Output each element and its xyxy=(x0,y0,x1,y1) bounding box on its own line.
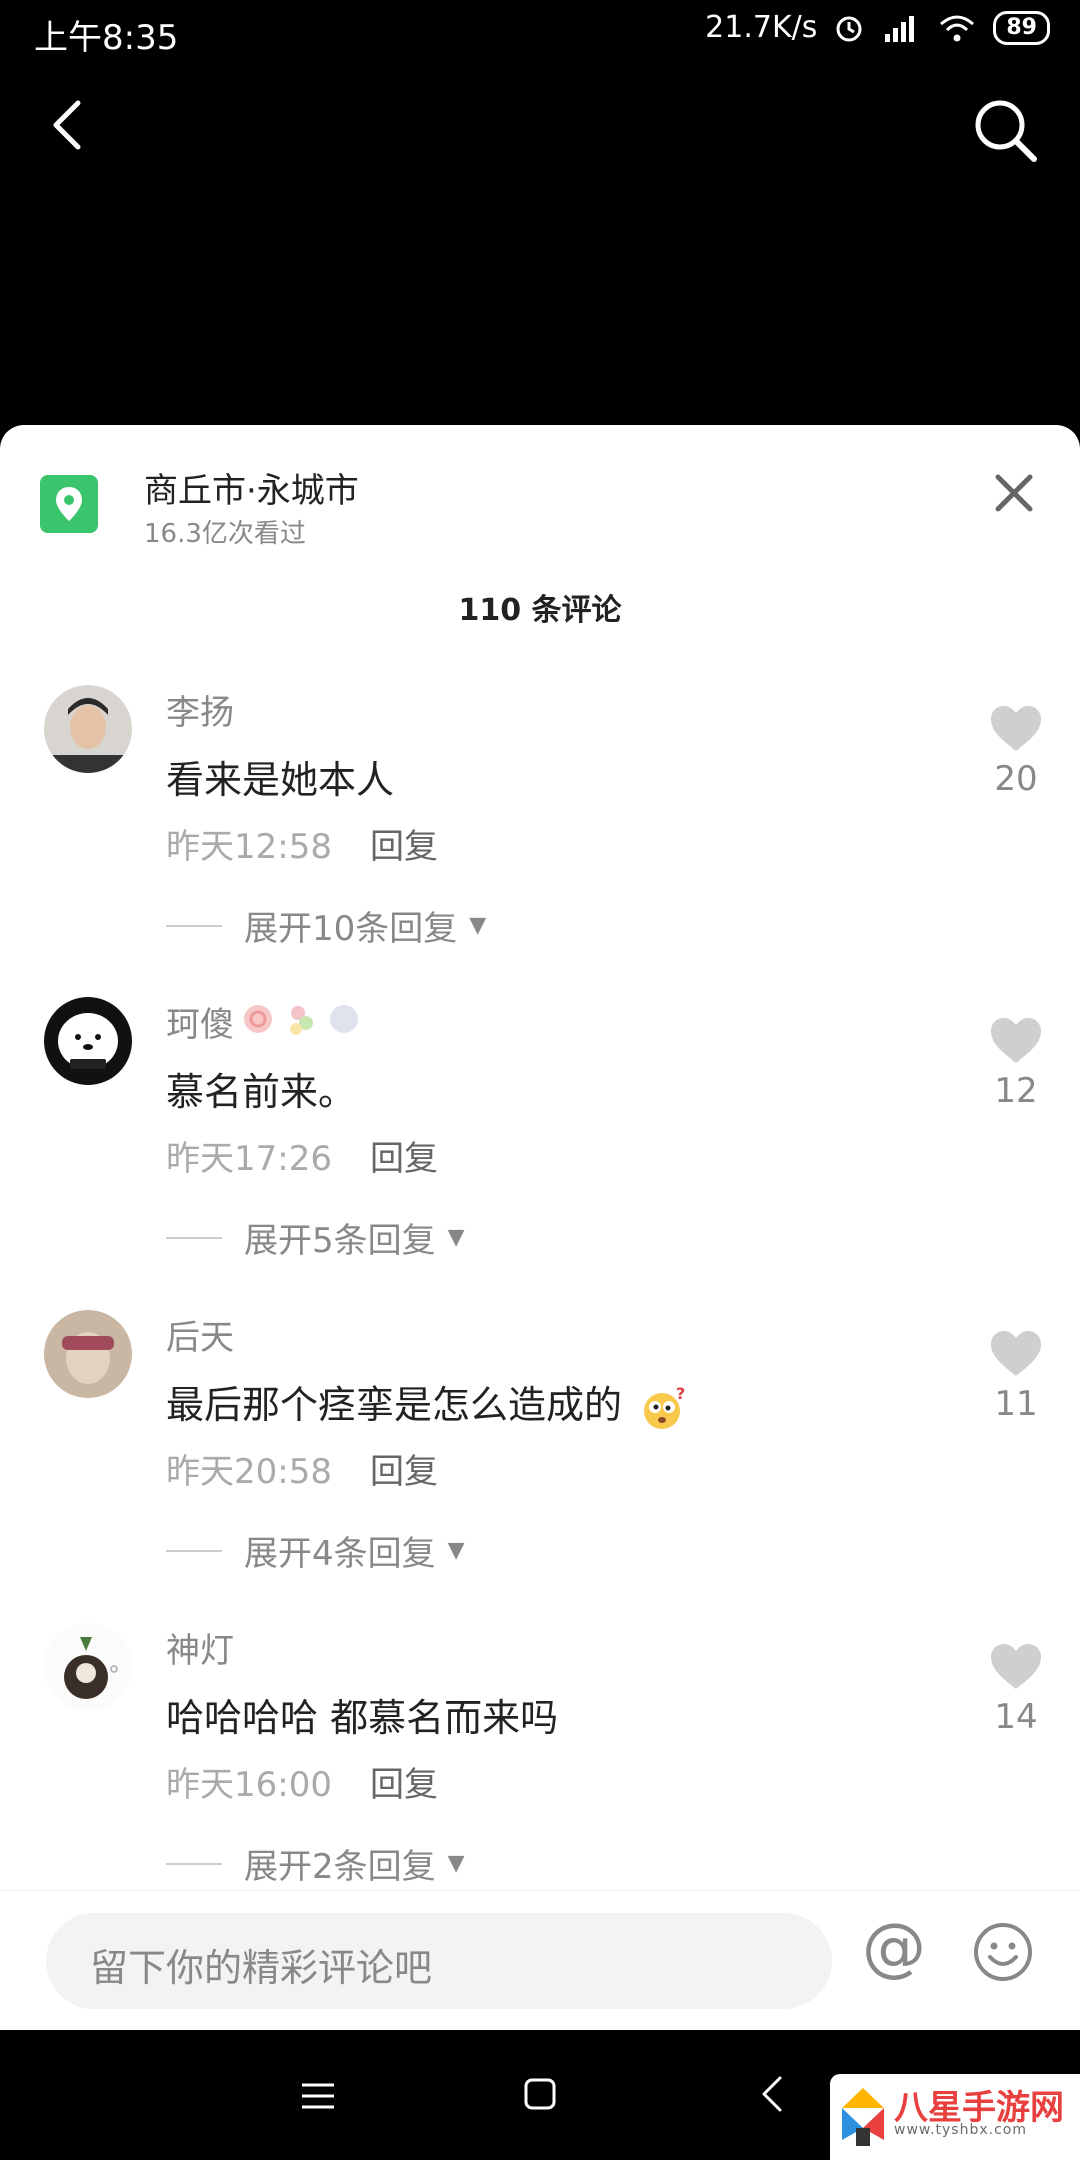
divider xyxy=(166,1236,222,1239)
sticker-emoji-icon xyxy=(244,1005,358,1035)
comment-author[interactable]: 李扬 xyxy=(166,685,234,734)
network-speed: 21.7K/s xyxy=(705,10,818,45)
location-title[interactable]: 商丘市·永城市 xyxy=(144,463,359,512)
watermark: 八星手游网 www.tyshbx.com xyxy=(830,2074,1080,2160)
like-count: 14 xyxy=(994,1697,1038,1737)
comment-input-bar: 留下你的精彩评论吧 @ xyxy=(0,1890,1080,2031)
home-icon[interactable] xyxy=(524,2078,556,2110)
heart-icon xyxy=(991,706,1041,751)
like-button[interactable]: 11 xyxy=(986,1330,1046,1424)
avatar[interactable] xyxy=(44,1623,132,1711)
like-button[interactable]: 12 xyxy=(986,1017,1046,1111)
expand-replies[interactable]: 展开10条回复 ▼ xyxy=(166,901,486,950)
like-count: 12 xyxy=(994,1071,1038,1111)
comment-text-body: 最后那个痉挛是怎么造成的 xyxy=(166,1383,623,1427)
battery-indicator: 89 xyxy=(993,10,1050,45)
expand-replies-label: 展开4条回复 xyxy=(244,1534,436,1574)
nav-back-icon[interactable] xyxy=(758,2074,786,2114)
confused-emoji-icon: ? xyxy=(644,1384,685,1429)
expand-replies-label: 展开5条回复 xyxy=(244,1221,436,1261)
heart-icon xyxy=(991,1018,1041,1063)
divider xyxy=(166,1549,222,1552)
comment-text: 看来是她本人 xyxy=(166,758,395,802)
caret-down-icon: ▼ xyxy=(469,913,487,938)
search-icon[interactable] xyxy=(970,95,1040,165)
alarm-icon xyxy=(836,16,862,41)
svg-text:?: ? xyxy=(676,1385,685,1403)
expand-replies[interactable]: 展开4条回复 ▼ xyxy=(166,1526,465,1575)
avatar[interactable] xyxy=(44,1310,132,1398)
comment-author[interactable]: 珂傻 xyxy=(166,997,234,1046)
comment-author[interactable]: 后天 xyxy=(166,1310,234,1359)
comment-item: 神灯 哈哈哈哈 都慕名而来吗 昨天16:00 回复 展开2条回复 ▼ 14 xyxy=(0,1623,1080,1891)
status-right: 21.7K/s 89 xyxy=(705,10,1050,45)
caret-down-icon: ▼ xyxy=(447,1225,465,1250)
comment-text: 最后那个痉挛是怎么造成的 ? xyxy=(166,1374,690,1431)
comment-item: 珂傻 慕名前来。 昨天17:26 回复 展开5条回复 ▼ 12 xyxy=(0,997,1080,1307)
like-count: 20 xyxy=(994,759,1038,799)
comment-item: 李扬 看来是她本人 昨天12:58 回复 展开10条回复 ▼ 20 xyxy=(0,685,1080,995)
signal-icon xyxy=(885,15,915,42)
back-arrow-icon[interactable] xyxy=(40,95,100,155)
avatar[interactable] xyxy=(44,685,132,773)
like-button[interactable]: 14 xyxy=(986,1643,1046,1737)
menu-icon[interactable] xyxy=(300,2082,336,2110)
expand-replies[interactable]: 展开2条回复 ▼ xyxy=(166,1839,465,1888)
comment-time: 昨天20:58 xyxy=(166,1452,332,1492)
status-bar: 上午8:35 21.7K/s 89 xyxy=(0,0,1080,70)
system-nav-bar: 八星手游网 www.tyshbx.com xyxy=(0,2030,1080,2160)
caret-down-icon: ▼ xyxy=(447,1538,465,1563)
expand-replies[interactable]: 展开5条回复 ▼ xyxy=(166,1213,465,1262)
divider xyxy=(166,1862,222,1865)
expand-replies-label: 展开2条回复 xyxy=(244,1847,436,1887)
watermark-logo-icon xyxy=(842,2088,884,2146)
comment-author[interactable]: 神灯 xyxy=(166,1623,234,1672)
emoji-icon[interactable] xyxy=(972,1921,1034,1983)
divider xyxy=(166,924,222,927)
like-button[interactable]: 20 xyxy=(986,705,1046,799)
comment-input-placeholder: 留下你的精彩评论吧 xyxy=(90,1946,433,1990)
heart-icon xyxy=(991,1644,1041,1689)
location-views: 16.3亿次看过 xyxy=(144,519,306,549)
mention-button[interactable]: @ xyxy=(862,1913,932,1983)
avatar[interactable] xyxy=(44,997,132,1085)
status-time: 上午8:35 xyxy=(34,18,179,58)
caret-down-icon: ▼ xyxy=(447,1851,465,1876)
comment-time: 昨天16:00 xyxy=(166,1765,332,1805)
reply-button[interactable]: 回复 xyxy=(370,1757,438,1806)
comment-time: 昨天12:58 xyxy=(166,827,332,867)
comment-item: 后天 最后那个痉挛是怎么造成的 ? 昨天20:58 回复 展开4条回复 ▼ 11 xyxy=(0,1310,1080,1620)
comment-input[interactable]: 留下你的精彩评论吧 xyxy=(46,1913,832,2009)
comment-time: 昨天17:26 xyxy=(166,1139,332,1179)
like-count: 11 xyxy=(994,1384,1038,1424)
reply-button[interactable]: 回复 xyxy=(370,1444,438,1493)
comment-count: 110 条评论 xyxy=(458,593,622,628)
reply-button[interactable]: 回复 xyxy=(370,1131,438,1180)
heart-icon xyxy=(991,1331,1041,1376)
location-pin-icon xyxy=(40,475,98,533)
close-icon[interactable] xyxy=(988,467,1040,519)
comment-text: 哈哈哈哈 都慕名而来吗 xyxy=(166,1696,559,1740)
expand-replies-label: 展开10条回复 xyxy=(244,909,458,949)
reply-button[interactable]: 回复 xyxy=(370,819,438,868)
wifi-icon xyxy=(940,15,975,41)
comment-sheet: 商丘市·永城市 16.3亿次看过 110 条评论 李扬 看来是她本人 昨天12:… xyxy=(0,425,1080,1891)
watermark-url: www.tyshbx.com xyxy=(894,2122,1027,2138)
comment-text: 慕名前来。 xyxy=(166,1070,357,1114)
